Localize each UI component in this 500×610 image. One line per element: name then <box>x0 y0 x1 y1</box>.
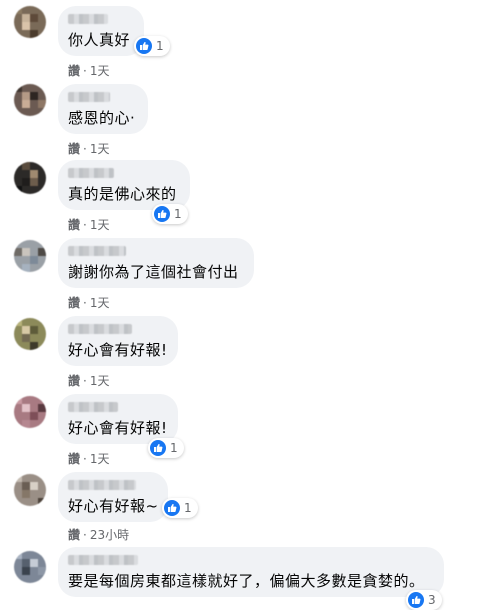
comment-bubble: 真的是佛心來的 <box>58 160 190 210</box>
commenter-name[interactable] <box>68 14 108 24</box>
reaction-count[interactable]: 1 <box>162 498 198 518</box>
avatar[interactable] <box>14 240 46 272</box>
comment-text: 真的是佛心來的 <box>68 185 177 203</box>
like-link[interactable]: 讚 <box>68 296 80 310</box>
comment-text: 好心會有好報! <box>68 341 168 359</box>
comment-bubble: 你人真好 <box>58 6 144 56</box>
reaction-count-value: 1 <box>170 441 178 455</box>
like-link[interactable]: 讚 <box>68 64 80 78</box>
comment-item: 真的是佛心來的 1 讚 · 1天 <box>0 156 500 234</box>
avatar[interactable] <box>14 474 46 506</box>
comment-bubble: 要是每個房東都這樣就好了，偏偏大多數是貪婪的。 <box>58 547 444 597</box>
timestamp[interactable]: 1天 <box>90 142 110 156</box>
thumbs-up-icon <box>136 38 152 54</box>
like-link[interactable]: 讚 <box>68 528 80 542</box>
thumbs-up-icon <box>164 500 180 516</box>
comment-meta: 讚 · 1天 <box>68 450 109 467</box>
comment-item: 要是每個房東都這樣就好了，偏偏大多數是貪婪的。 3 <box>0 545 500 610</box>
timestamp[interactable]: 1天 <box>90 218 110 232</box>
like-link[interactable]: 讚 <box>68 218 80 232</box>
comment-meta: 讚 · 1天 <box>68 62 109 79</box>
commenter-name[interactable] <box>68 402 118 412</box>
comment-text: 好心有好報~ <box>68 497 159 515</box>
timestamp[interactable]: 1天 <box>90 452 110 466</box>
comment-item: 好心會有好報! 讚 · 1天 <box>0 312 500 390</box>
comment-item: 謝謝你為了這個社會付出 讚 · 1天 <box>0 234 500 312</box>
like-link[interactable]: 讚 <box>68 142 80 156</box>
commenter-name[interactable] <box>68 168 114 178</box>
meta-separator: · <box>83 64 87 78</box>
avatar[interactable] <box>14 6 46 38</box>
commenter-name[interactable] <box>68 555 138 565</box>
meta-separator: · <box>83 374 87 388</box>
timestamp[interactable]: 1天 <box>90 296 110 310</box>
comment-bubble: 好心會有好報! <box>58 394 178 444</box>
like-link[interactable]: 讚 <box>68 374 80 388</box>
comment-meta: 讚 · 1天 <box>68 294 109 311</box>
meta-separator: · <box>83 452 87 466</box>
comment-meta: 讚 · 1天 <box>68 372 109 389</box>
reaction-count[interactable]: 1 <box>134 36 170 56</box>
reaction-count-value: 1 <box>174 207 182 221</box>
timestamp[interactable]: 1天 <box>90 64 110 78</box>
comment-meta: 讚 · 23小時 <box>68 526 129 543</box>
commenter-name[interactable] <box>68 246 126 256</box>
timestamp[interactable]: 1天 <box>90 374 110 388</box>
meta-separator: · <box>83 218 87 232</box>
comment-item: 好心會有好報! 1 讚 · 1天 <box>0 390 500 468</box>
avatar[interactable] <box>14 396 46 428</box>
comment-text: 好心會有好報! <box>68 419 168 437</box>
reaction-count-value: 3 <box>428 593 436 607</box>
comment-bubble: 謝謝你為了這個社會付出 <box>58 238 254 288</box>
comment-text: 謝謝你為了這個社會付出 <box>68 263 239 281</box>
comment-text: 要是每個房東都這樣就好了，偏偏大多數是貪婪的。 <box>68 572 425 590</box>
avatar[interactable] <box>14 162 46 194</box>
avatar[interactable] <box>14 318 46 350</box>
comment-meta: 讚 · 1天 <box>68 216 109 233</box>
comment-bubble: 感恩的心· <box>58 84 148 134</box>
meta-separator: · <box>83 142 87 156</box>
commenter-name[interactable] <box>68 480 136 490</box>
comment-bubble: 好心有好報~ <box>58 472 168 522</box>
meta-separator: · <box>83 528 87 542</box>
comment-text: 你人真好 <box>68 31 131 49</box>
reaction-count[interactable]: 1 <box>152 204 188 224</box>
comment-text: 感恩的心· <box>68 109 136 127</box>
reaction-count-value: 1 <box>156 39 164 53</box>
comment-item: 感恩的心· 讚 · 1天 <box>0 78 500 156</box>
comment-item: 你人真好 1 讚 · 1天 <box>0 0 500 78</box>
commenter-name[interactable] <box>68 92 110 102</box>
avatar[interactable] <box>14 84 46 116</box>
reaction-count[interactable]: 3 <box>406 590 442 610</box>
reaction-count-value: 1 <box>184 501 192 515</box>
meta-separator: · <box>83 296 87 310</box>
timestamp[interactable]: 23小時 <box>90 528 129 542</box>
comment-item: 好心有好報~ 1 讚 · 23小時 <box>0 468 500 546</box>
comment-bubble: 好心會有好報! <box>58 316 178 366</box>
avatar[interactable] <box>14 551 46 583</box>
commenter-name[interactable] <box>68 324 132 334</box>
thumbs-up-icon <box>150 440 166 456</box>
thumbs-up-icon <box>408 592 424 608</box>
comment-meta: 讚 · 1天 <box>68 140 109 157</box>
thumbs-up-icon <box>154 206 170 222</box>
like-link[interactable]: 讚 <box>68 452 80 466</box>
reaction-count[interactable]: 1 <box>148 438 184 458</box>
